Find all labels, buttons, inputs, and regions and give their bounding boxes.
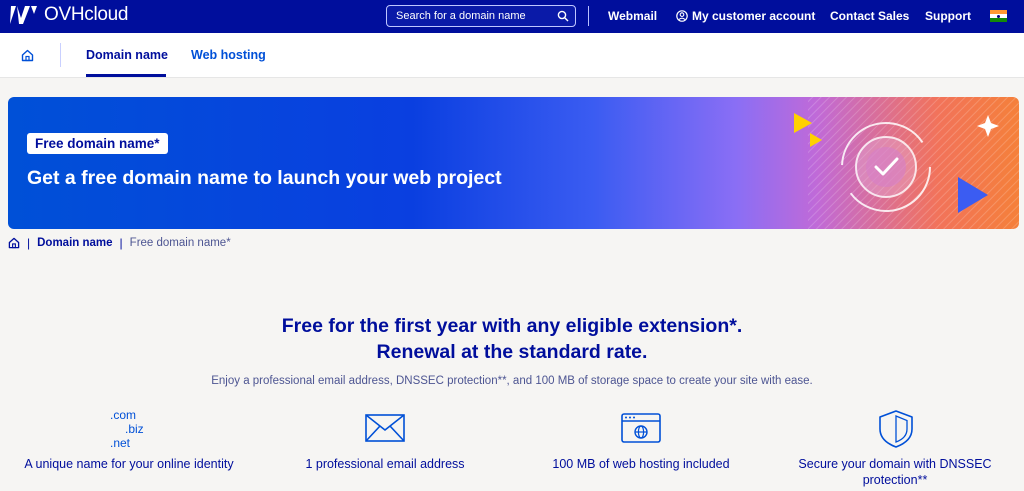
header-divider (588, 6, 589, 26)
hero-banner: Free domain name* Get a free domain name… (8, 97, 1019, 229)
breadcrumb-home-icon[interactable] (8, 237, 20, 249)
breadcrumb-separator: | (119, 236, 123, 250)
envelope-icon (365, 414, 405, 442)
shield-check-icon (879, 410, 913, 448)
secondary-nav: Domain name Web hosting (0, 33, 1024, 78)
user-account-icon (676, 10, 688, 22)
headline-line-2: Renewal at the standard rate. (376, 341, 648, 363)
tab-web-hosting[interactable]: Web hosting (191, 48, 266, 62)
extension-biz: .biz (125, 422, 144, 436)
active-tab-indicator (86, 74, 166, 77)
support-link[interactable]: Support (925, 9, 971, 23)
ovhcloud-logo[interactable]: OVHcloud (7, 4, 129, 26)
browser-globe-icon (621, 413, 661, 443)
breadcrumb: | Domain name | Free domain name* (8, 236, 231, 250)
search-icon[interactable] (557, 10, 569, 22)
ovhcloud-logo-icon (10, 6, 37, 24)
contact-sales-link[interactable]: Contact Sales (830, 9, 909, 23)
extension-com: .com (110, 408, 137, 422)
feature-label: Secure your domain with DNSSEC protectio… (798, 457, 992, 487)
section-headline: Free for the first year with any eligibl… (0, 313, 1024, 365)
domain-search-input[interactable]: Search for a domain name (386, 5, 576, 27)
feature-label: 100 MB of web hosting included (552, 457, 730, 471)
feature-label: A unique name for your online identity (24, 457, 234, 471)
feature-label: 1 professional email address (305, 457, 465, 471)
tab-domain-name[interactable]: Domain name (86, 48, 168, 62)
home-icon[interactable] (21, 49, 34, 62)
banner-illustration (794, 97, 1019, 229)
customer-account-link[interactable]: My customer account (692, 9, 815, 23)
extension-net: .net (110, 436, 131, 450)
subnav-divider (60, 43, 61, 67)
headline-line-1: Free for the first year with any eligibl… (281, 315, 743, 337)
breadcrumb-domain-name[interactable]: Domain name (37, 237, 112, 249)
banner-badge: Free domain name* (27, 133, 168, 154)
breadcrumb-separator: | (27, 236, 31, 250)
banner-title: Get a free domain name to launch your we… (27, 167, 502, 189)
webmail-link[interactable]: Webmail (608, 9, 657, 23)
search-placeholder: Search for a domain name (396, 10, 526, 22)
india-flag-icon[interactable] (990, 10, 1007, 22)
section-subtitle: Enjoy a professional email address, DNSS… (211, 375, 813, 387)
logo-text: OVHcloud (44, 4, 129, 25)
top-bar: OVHcloud Search for a domain name Webmai… (0, 0, 1024, 33)
breadcrumb-current: Free domain name* (129, 237, 231, 249)
